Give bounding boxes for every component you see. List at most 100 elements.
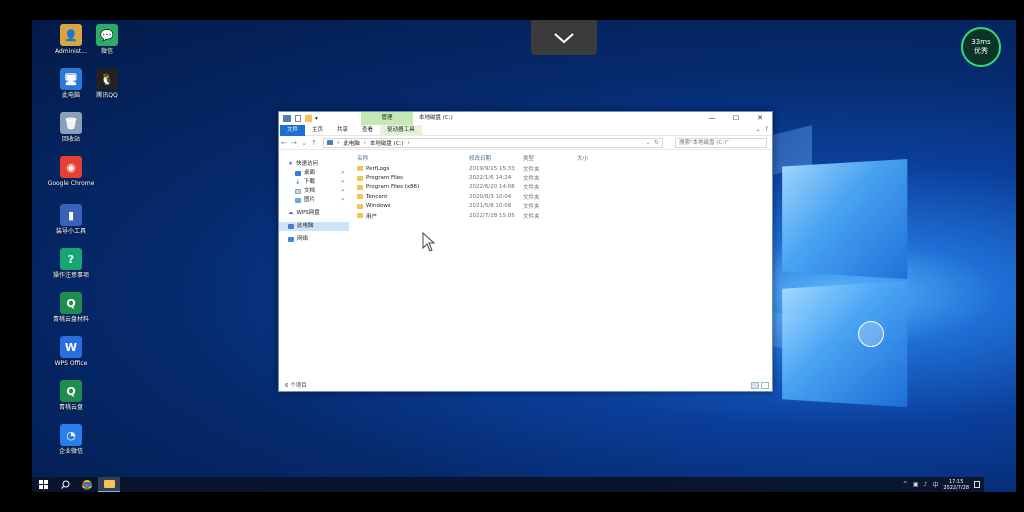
title-bar[interactable]: ▾ 管理 本地磁盘 (C:) — ☐ ✕: [279, 112, 772, 125]
folder-icon: [357, 213, 363, 219]
nav-wps-drive[interactable]: ☁ WPS网盘: [279, 209, 349, 218]
network-status-icon[interactable]: ▣: [913, 481, 919, 488]
column-type[interactable]: 类型: [523, 154, 577, 162]
user-folder-icon: 👤: [60, 24, 82, 46]
desktop-shortcut[interactable]: 🐧 腾讯QQ: [82, 68, 132, 99]
file-row[interactable]: Windows 2021/5/8 10:08 文件夹: [353, 202, 773, 211]
desktop-shortcut[interactable]: ? 操作注意事项: [46, 248, 96, 279]
file-name-cell: Tencent: [353, 194, 469, 200]
forward-arrow-icon[interactable]: →: [289, 139, 299, 147]
volume-icon[interactable]: ♪: [924, 481, 928, 488]
details-view-icon[interactable]: [751, 382, 759, 389]
nav-item-pictures[interactable]: 图片 ✦: [279, 196, 349, 205]
desktop-shortcut[interactable]: W WPS Office: [46, 336, 96, 367]
file-row[interactable]: PerfLogs 2019/9/15 15:33 文件夹: [353, 164, 773, 173]
file-type: 文件夹: [523, 166, 540, 173]
nav-item-desktop[interactable]: 桌面 ✦: [279, 169, 349, 178]
desktop-shortcut-label: 装导小工具: [55, 228, 86, 235]
large-icons-view-icon[interactable]: [761, 382, 769, 389]
desktop-shortcut-label: 青桃云盘材料: [52, 316, 89, 323]
file-name: PerfLogs: [366, 165, 390, 172]
up-arrow-icon[interactable]: ↑: [309, 139, 319, 147]
chevron-down-icon: [554, 32, 574, 43]
breadcrumb-drive[interactable]: 本地磁盘 (C:): [370, 139, 404, 147]
address-bar[interactable]: › 此电脑 › 本地磁盘 (C:) › ⌄ ↻: [323, 137, 663, 148]
nav-label: 图片: [304, 197, 316, 203]
maximize-button[interactable]: ☐: [724, 112, 748, 125]
taskbar-file-explorer[interactable]: [98, 477, 120, 492]
refresh-icon[interactable]: ↻: [654, 140, 659, 146]
recent-locations-icon[interactable]: ⌄: [299, 139, 309, 147]
expand-ribbon-icon[interactable]: ⌄: [756, 126, 761, 133]
show-hidden-icons-icon[interactable]: ^: [903, 481, 908, 488]
nav-item-downloads[interactable]: ↓ 下载 ✦: [279, 178, 349, 187]
pin-icon: ✦: [340, 197, 345, 203]
desktop-shortcut[interactable]: ◔ 企业微信: [46, 424, 96, 455]
window-title: 本地磁盘 (C:): [419, 115, 453, 121]
file-row[interactable]: Tencent 2020/8/3 10:04 文件夹: [353, 192, 773, 201]
file-row[interactable]: Program Files (x86) 2022/6/20 14:08 文件夹: [353, 183, 773, 192]
item-count: 6 个项目: [285, 383, 307, 389]
nav-quick-access[interactable]: ★ 快速访问: [279, 160, 349, 169]
desktop-shortcut[interactable]: ▮ 装导小工具: [46, 204, 96, 235]
pc-icon: [288, 224, 294, 229]
this-pc-icon: 🖥: [60, 68, 82, 90]
tab-file[interactable]: 文件: [280, 124, 306, 136]
nav-this-pc[interactable]: 此电脑: [279, 222, 349, 231]
back-arrow-icon[interactable]: ←: [279, 139, 289, 147]
desktop-shortcut[interactable]: Q 青桃云盘: [46, 380, 96, 411]
folder-icon[interactable]: [305, 115, 312, 122]
breadcrumb-this-pc[interactable]: 此电脑: [343, 139, 360, 147]
file-row[interactable]: 用户 2022/7/28 15:05 文件夹: [353, 211, 773, 220]
remote-toolbar-toggle[interactable]: [531, 20, 597, 55]
notifications-icon[interactable]: [974, 481, 980, 488]
search-input[interactable]: 搜索"本地磁盘 (C:)": [675, 137, 767, 148]
nav-item-documents[interactable]: 文档 ✦: [279, 187, 349, 196]
file-name: Windows: [366, 203, 391, 210]
input-method-icon[interactable]: 中: [932, 480, 938, 489]
file-name-cell: Program Files (x86): [353, 184, 469, 190]
tab-drive-tools[interactable]: 驱动器工具: [380, 124, 422, 136]
column-size[interactable]: 大小: [577, 154, 617, 162]
clock[interactable]: 17:15 2022/7/28: [943, 479, 969, 491]
file-type: 文件夹: [523, 176, 540, 183]
properties-icon[interactable]: [295, 115, 301, 122]
desktop-shortcut[interactable]: 💬 微信: [82, 24, 132, 55]
tab-home[interactable]: 主页: [305, 125, 330, 136]
chrome-icon: ◉: [60, 156, 82, 178]
start-button[interactable]: [32, 477, 54, 492]
tab-view[interactable]: 查看: [355, 125, 380, 136]
file-name-cell: PerfLogs: [353, 166, 469, 172]
column-name[interactable]: 名称: [353, 154, 469, 162]
desktop-shortcut[interactable]: Q 青桃云盘材料: [46, 292, 96, 323]
minimize-button[interactable]: —: [700, 112, 724, 125]
nav-network[interactable]: 网络: [279, 235, 349, 244]
clock-date: 2022/7/28: [943, 484, 969, 491]
desktop-shortcut[interactable]: 🗑 回收站: [46, 112, 96, 143]
close-button[interactable]: ✕: [748, 112, 772, 125]
search-button[interactable]: [54, 477, 76, 492]
drive-icon: [283, 115, 291, 122]
pc-icon: [327, 140, 333, 145]
manage-tab[interactable]: 管理: [361, 112, 413, 125]
quick-access-dropdown-icon[interactable]: ▾: [315, 116, 318, 122]
file-date: 2020/8/3 10:04: [469, 193, 512, 200]
taskbar-chrome[interactable]: [76, 477, 98, 492]
desktop-shortcut[interactable]: ◉ Google Chrome: [46, 156, 96, 187]
nav-label: 快速访问: [295, 161, 318, 167]
download-arrow-icon: ↓: [295, 178, 301, 186]
tab-share[interactable]: 共享: [330, 125, 355, 136]
breadcrumb-separator-icon: ›: [407, 139, 410, 146]
address-dropdown-icon[interactable]: ⌄: [646, 140, 651, 146]
file-date: 2022/6/20 14:08: [469, 184, 515, 191]
desktop-shortcut-label: 回收站: [61, 136, 80, 143]
nav-label: 此电脑: [297, 223, 314, 229]
file-row[interactable]: Program Files 2022/1/6 14:24 文件夹: [353, 173, 773, 182]
ribbon-tabs: 文件 主页 共享 查看 驱动器工具 ⌄ ?: [279, 124, 772, 136]
help-icon[interactable]: ?: [765, 126, 768, 133]
column-date[interactable]: 修改日期: [469, 154, 523, 162]
pin-icon: ✦: [340, 188, 345, 194]
windows-logo-pane: [782, 158, 908, 280]
chrome-icon: [82, 479, 92, 490]
qq-icon: 🐧: [96, 68, 118, 90]
